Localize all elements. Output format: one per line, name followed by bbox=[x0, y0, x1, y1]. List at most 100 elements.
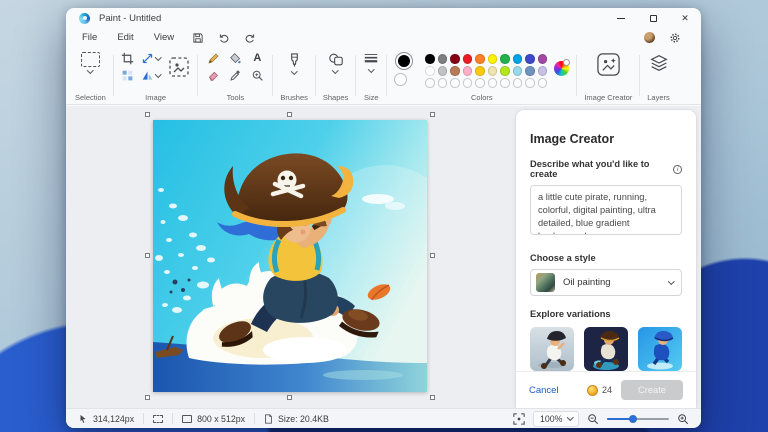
paint-window: Paint - Untitled ✕ File Edit View bbox=[66, 8, 701, 428]
color-swatch[interactable] bbox=[438, 78, 448, 88]
color-swatch[interactable] bbox=[525, 54, 535, 64]
undo-button[interactable] bbox=[212, 32, 236, 44]
style-dropdown[interactable]: Oil painting bbox=[530, 269, 682, 296]
zoom-slider-thumb[interactable] bbox=[629, 415, 637, 423]
color-swatch[interactable] bbox=[463, 66, 473, 76]
zoom-level-dropdown[interactable]: 100% bbox=[533, 411, 579, 427]
image-creator-panel: Image Creator Describe what you'd like t… bbox=[516, 110, 696, 408]
selection-tool-button[interactable] bbox=[81, 52, 100, 73]
color-swatch[interactable] bbox=[513, 78, 523, 88]
color-swatch[interactable] bbox=[475, 66, 485, 76]
eyedropper-icon[interactable] bbox=[229, 69, 242, 82]
color-swatch[interactable] bbox=[538, 66, 548, 76]
transparent-selection-icon[interactable] bbox=[121, 69, 134, 82]
resize-handle[interactable] bbox=[145, 253, 150, 258]
color-swatch[interactable] bbox=[425, 54, 435, 64]
toolbar-ribbon: Selection bbox=[66, 47, 701, 105]
file-size: Size: 20.4KB bbox=[264, 414, 329, 424]
color-swatch[interactable] bbox=[488, 78, 498, 88]
brushes-button[interactable] bbox=[287, 52, 302, 74]
rotate-flip-button[interactable] bbox=[141, 69, 161, 82]
redo-button[interactable] bbox=[238, 32, 262, 44]
image-creator-icon[interactable] bbox=[596, 52, 621, 77]
color-swatch[interactable] bbox=[463, 78, 473, 88]
crop-icon[interactable] bbox=[121, 52, 134, 65]
color-swatch[interactable] bbox=[525, 78, 535, 88]
variation-thumbnail-2[interactable] bbox=[584, 327, 628, 371]
color-swatch[interactable] bbox=[513, 66, 523, 76]
describe-label: Describe what you'd like to create bbox=[530, 159, 669, 179]
color-swatch[interactable] bbox=[438, 66, 448, 76]
color-swatch[interactable] bbox=[538, 54, 548, 64]
color-swatch[interactable] bbox=[475, 54, 485, 64]
variation-thumbnail-1[interactable] bbox=[530, 327, 574, 371]
create-button[interactable]: Create bbox=[621, 380, 683, 400]
color-swatch[interactable] bbox=[425, 66, 435, 76]
color-swatch[interactable] bbox=[425, 78, 435, 88]
foreground-color-swatch[interactable] bbox=[396, 53, 412, 69]
drawing-canvas[interactable] bbox=[153, 120, 427, 392]
resize-handle[interactable] bbox=[430, 112, 435, 117]
color-swatch[interactable] bbox=[500, 78, 510, 88]
color-swatch[interactable] bbox=[463, 54, 473, 64]
cursor-position-value: 314,124px bbox=[93, 414, 134, 424]
close-button[interactable]: ✕ bbox=[669, 8, 701, 28]
remove-background-icon[interactable] bbox=[168, 56, 190, 78]
zoom-in-icon[interactable] bbox=[677, 413, 689, 425]
edit-colors-wheel-icon[interactable] bbox=[554, 61, 569, 76]
style-value: Oil painting bbox=[563, 277, 611, 288]
chevron-down-icon bbox=[155, 71, 161, 77]
group-tools: A Tools bbox=[198, 47, 272, 104]
background-color-swatch[interactable] bbox=[394, 73, 407, 86]
account-avatar[interactable] bbox=[644, 32, 655, 43]
color-swatch[interactable] bbox=[538, 78, 548, 88]
color-swatch[interactable] bbox=[450, 54, 460, 64]
resize-handle[interactable] bbox=[145, 112, 150, 117]
group-label-image-creator: Image Creator bbox=[584, 94, 632, 102]
color-swatch[interactable] bbox=[450, 66, 460, 76]
color-swatch[interactable] bbox=[513, 54, 523, 64]
panel-title: Image Creator bbox=[530, 132, 682, 146]
menu-view[interactable]: View bbox=[144, 30, 184, 45]
resize-handle[interactable] bbox=[287, 112, 292, 117]
divider bbox=[254, 413, 255, 424]
magnifier-icon[interactable] bbox=[251, 69, 264, 82]
text-tool-icon[interactable]: A bbox=[253, 53, 261, 64]
brush-icon bbox=[287, 52, 302, 68]
size-button[interactable] bbox=[363, 52, 379, 72]
credits-count: 24 bbox=[602, 385, 612, 395]
menu-edit[interactable]: Edit bbox=[107, 30, 143, 45]
info-icon[interactable]: i bbox=[673, 165, 682, 174]
pencil-icon[interactable] bbox=[207, 52, 220, 65]
resize-button[interactable] bbox=[141, 52, 161, 65]
color-swatch[interactable] bbox=[500, 66, 510, 76]
layers-icon[interactable] bbox=[648, 52, 670, 74]
resize-handle[interactable] bbox=[145, 395, 150, 400]
fill-bucket-icon[interactable] bbox=[229, 52, 242, 65]
shapes-button[interactable] bbox=[328, 52, 344, 73]
resize-handle[interactable] bbox=[430, 253, 435, 258]
color-swatch[interactable] bbox=[438, 54, 448, 64]
fit-to-window-icon[interactable] bbox=[513, 413, 525, 425]
color-swatch[interactable] bbox=[475, 78, 485, 88]
zoom-slider[interactable] bbox=[607, 418, 669, 420]
color-swatch[interactable] bbox=[450, 78, 460, 88]
save-button[interactable] bbox=[186, 32, 210, 44]
group-label-tools: Tools bbox=[227, 94, 245, 102]
resize-handle[interactable] bbox=[287, 395, 292, 400]
menu-file[interactable]: File bbox=[72, 30, 107, 45]
minimize-button[interactable] bbox=[605, 8, 637, 28]
eraser-icon[interactable] bbox=[207, 69, 220, 82]
variation-thumbnail-3[interactable] bbox=[638, 327, 682, 371]
settings-gear-icon[interactable] bbox=[669, 32, 681, 44]
zoom-out-icon[interactable] bbox=[587, 413, 599, 425]
cancel-button[interactable]: Cancel bbox=[529, 385, 559, 396]
color-swatch[interactable] bbox=[488, 66, 498, 76]
chevron-down-icon bbox=[368, 66, 374, 72]
resize-handle[interactable] bbox=[430, 395, 435, 400]
prompt-input[interactable]: a little cute pirate, running, colorful,… bbox=[530, 185, 682, 235]
color-swatch[interactable] bbox=[525, 66, 535, 76]
maximize-button[interactable] bbox=[637, 8, 669, 28]
color-swatch[interactable] bbox=[488, 54, 498, 64]
color-swatch[interactable] bbox=[500, 54, 510, 64]
